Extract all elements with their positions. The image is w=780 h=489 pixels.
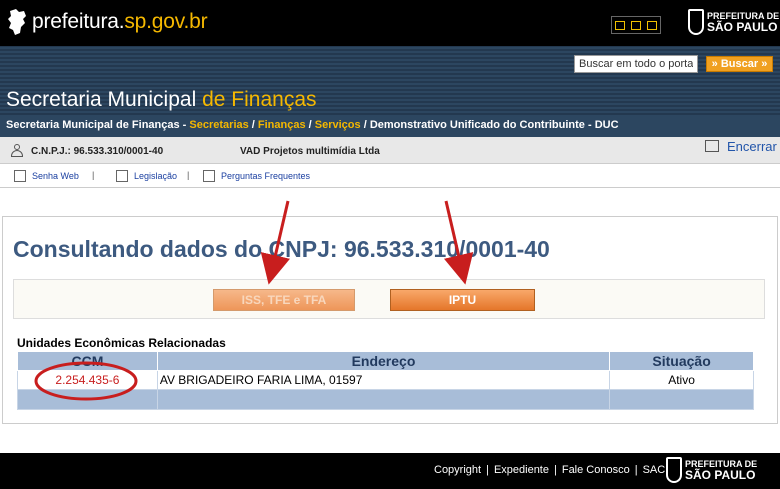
top-icon-group bbox=[611, 16, 661, 34]
page-title: Consultando dados do CNPJ: 96.533.310/00… bbox=[13, 236, 550, 262]
link-separator: | bbox=[187, 170, 190, 180]
portal-logo[interactable]: prefeitura.sp.gov.br bbox=[6, 8, 208, 36]
footer-links: Copyright | Expediente | Fale Conosco | … bbox=[434, 464, 670, 476]
senha-web-link[interactable]: Senha Web bbox=[14, 170, 79, 182]
senha-web-label: Senha Web bbox=[32, 171, 79, 181]
site-header: » Buscar » Secretaria Municipal de Finan… bbox=[0, 46, 780, 115]
footer-link-fale-conosco[interactable]: Fale Conosco bbox=[557, 464, 635, 476]
quick-links-bar: Senha Web | Legislação | Perguntas Frequ… bbox=[0, 164, 780, 188]
coat-of-arms-icon bbox=[666, 457, 682, 483]
link-separator: | bbox=[92, 170, 95, 180]
breadcrumb-item-financas[interactable]: Finanças bbox=[258, 119, 306, 131]
prefeitura-logo-text: PREFEITURA DE SÃO PAULO bbox=[707, 11, 780, 34]
footer-cell bbox=[156, 389, 611, 410]
column-header-situacao: Situação bbox=[609, 351, 754, 371]
breadcrumb: Secretaria Municipal de Finanças - Secre… bbox=[0, 115, 780, 137]
user-icon bbox=[11, 144, 23, 157]
breadcrumb-separator: / bbox=[305, 119, 315, 131]
table-row: 2.254.435-6 AV BRIGADEIRO FARIA LIMA, 01… bbox=[17, 370, 754, 390]
footer-prefeitura-logo[interactable]: PREFEITURA DE SÃO PAULO bbox=[666, 457, 757, 483]
coat-of-arms-icon bbox=[688, 9, 704, 35]
page: prefeitura.sp.gov.br PREFEITURA DE SÃO P… bbox=[0, 0, 780, 489]
search-button[interactable]: » Buscar » bbox=[706, 56, 773, 72]
sitemap-icon[interactable] bbox=[615, 20, 625, 30]
top-bar: prefeitura.sp.gov.br PREFEITURA DE SÃO P… bbox=[0, 0, 780, 46]
company-name: VAD Projetos multimídia Ltda bbox=[240, 146, 380, 157]
endereco-cell: AV BRIGADEIRO FARIA LIMA, 01597 bbox=[156, 370, 611, 390]
portal-name: prefeitura.sp.gov.br bbox=[32, 10, 208, 33]
legislacao-link[interactable]: Legislação bbox=[116, 170, 177, 182]
user-info-bar: C.N.P.J.: 96.533.310/0001-40 VAD Projeto… bbox=[0, 137, 780, 164]
breadcrumb-item-servicos[interactable]: Serviços bbox=[315, 119, 361, 131]
units-section-label: Unidades Econômicas Relacionadas bbox=[17, 336, 226, 350]
breadcrumb-item-duc: Demonstrativo Unificado do Contribuinte … bbox=[369, 119, 619, 131]
table-header-row: CCM Endereço Situação bbox=[17, 351, 754, 371]
mail-icon[interactable] bbox=[631, 20, 641, 30]
column-header-ccm: CCM bbox=[17, 351, 158, 371]
tools-icon bbox=[203, 170, 215, 182]
breadcrumb-item-secretaria-financas: Secretaria Municipal de Finanças - bbox=[6, 119, 190, 131]
iptu-button[interactable]: IPTU bbox=[390, 289, 535, 311]
footer-cell bbox=[609, 389, 754, 410]
situacao-cell: Ativo bbox=[609, 370, 754, 390]
footer-logo-text: PREFEITURA DE SÃO PAULO bbox=[685, 459, 758, 482]
ccm-cell: 2.254.435-6 bbox=[17, 370, 158, 390]
sp-map-icon bbox=[8, 9, 26, 35]
table-footer-row bbox=[17, 389, 754, 410]
breadcrumb-separator: / bbox=[248, 119, 258, 131]
logout-icon[interactable] bbox=[705, 140, 719, 152]
document-icon[interactable] bbox=[647, 20, 657, 30]
perguntas-label: Perguntas Frequentes bbox=[221, 171, 311, 181]
section-title: Secretaria Municipal de Finanças bbox=[6, 88, 317, 111]
edit-icon bbox=[14, 170, 26, 182]
iss-tfe-tfa-button[interactable]: ISS, TFE e TFA bbox=[213, 289, 355, 311]
logout-link[interactable]: Encerrar bbox=[727, 139, 777, 154]
footer-link-expediente[interactable]: Expediente bbox=[489, 464, 554, 476]
footer-cell bbox=[17, 389, 158, 410]
search-input[interactable] bbox=[574, 55, 698, 73]
footer-link-copyright[interactable]: Copyright bbox=[434, 464, 486, 476]
breadcrumb-item-secretarias[interactable]: Secretarias bbox=[189, 119, 248, 131]
ccm-link[interactable]: 2.254.435-6 bbox=[55, 373, 119, 387]
cnpj-label: C.N.P.J.: 96.533.310/0001-40 bbox=[31, 146, 164, 157]
tax-buttons-panel: ISS, TFE e TFA IPTU bbox=[13, 279, 765, 319]
breadcrumb-separator: / bbox=[360, 119, 370, 131]
legislacao-label: Legislação bbox=[134, 171, 178, 181]
units-table: CCM Endereço Situação 2.254.435-6 AV BRI… bbox=[17, 351, 754, 410]
column-header-endereco: Endereço bbox=[156, 351, 611, 371]
perguntas-link[interactable]: Perguntas Frequentes bbox=[203, 170, 310, 182]
page-icon bbox=[116, 170, 128, 182]
footer: Copyright | Expediente | Fale Conosco | … bbox=[0, 453, 780, 489]
prefeitura-logo[interactable]: PREFEITURA DE SÃO PAULO bbox=[688, 9, 779, 35]
